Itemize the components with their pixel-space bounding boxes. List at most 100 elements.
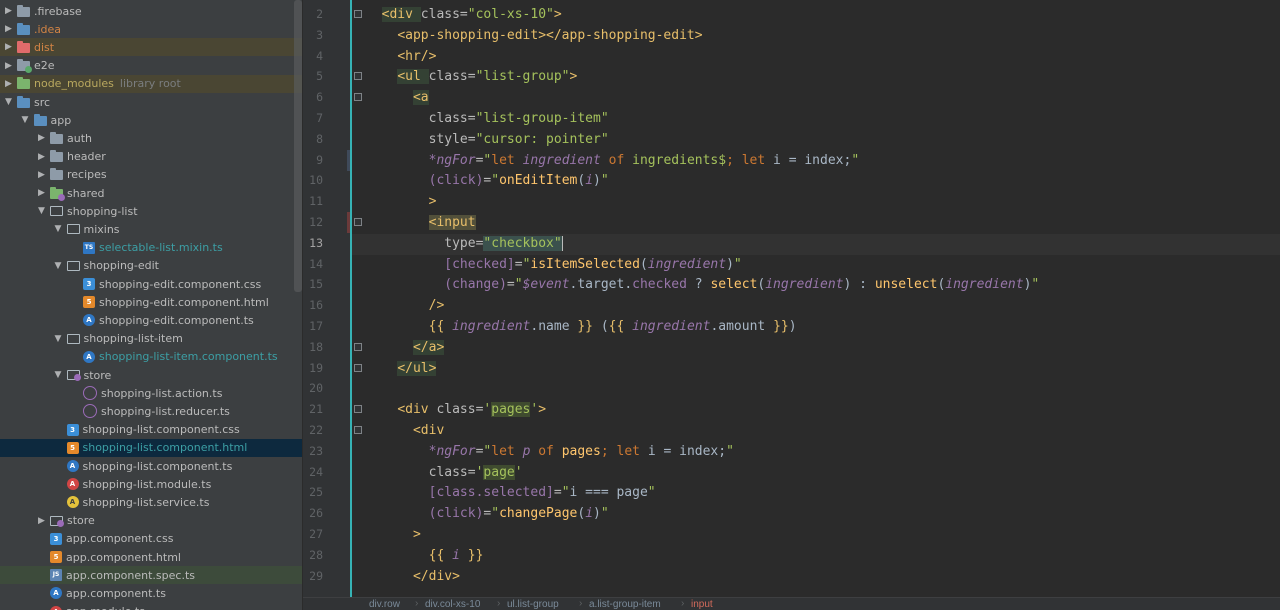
line-number: 24: [309, 464, 323, 479]
tree-item[interactable]: Aapp.component.ts: [0, 584, 303, 602]
project-tree-scrollbar[interactable]: [294, 0, 302, 292]
expanded-arrow-icon[interactable]: ▼: [54, 330, 63, 348]
code-line: </a>: [366, 337, 445, 358]
tree-item[interactable]: ▶ store: [0, 512, 303, 530]
folder-open-icon: [66, 224, 80, 235]
code-token: .target.: [569, 277, 633, 293]
tree-item[interactable]: ▶ dist: [0, 38, 303, 57]
tree-item[interactable]: Ashopping-edit.component.ts: [0, 311, 303, 329]
collapsed-arrow-icon[interactable]: ▶: [4, 57, 13, 75]
fold-end-icon[interactable]: [354, 363, 362, 372]
collapsed-arrow-icon[interactable]: ▶: [4, 75, 13, 93]
tree-item[interactable]: ▼ shopping-list-item: [0, 330, 303, 348]
code-token: ; let: [726, 152, 774, 168]
tree-item[interactable]: shopping-list.reducer.ts: [0, 402, 303, 420]
collapsed-arrow-icon[interactable]: ▶: [4, 2, 13, 20]
tree-item[interactable]: ▶ .idea: [0, 20, 303, 38]
line-number: 11: [309, 194, 323, 209]
line-number: 7: [316, 111, 323, 125]
tree-item[interactable]: ▼ mixins: [0, 220, 303, 238]
tree-item[interactable]: 5 shopping-list.component.html: [0, 438, 303, 457]
ngrx-action-icon: [83, 386, 97, 401]
expanded-arrow-icon[interactable]: ▼: [54, 366, 63, 384]
angular-service-icon: A: [66, 496, 79, 509]
tree-item[interactable]: shopping-list.action.ts: [0, 384, 303, 402]
fold-end-icon[interactable]: [354, 342, 362, 351]
collapsed-arrow-icon[interactable]: ▶: [37, 166, 46, 184]
code-line: [checked]="isItemSelected(ingredient)": [366, 254, 741, 275]
fold-start-icon[interactable]: [354, 10, 362, 18]
tree-item[interactable]: 5 app.component.html: [0, 548, 303, 566]
fold-start-icon[interactable]: [354, 405, 362, 414]
collapsed-arrow-icon[interactable]: ▶: [4, 20, 13, 38]
fold-start-icon[interactable]: [354, 93, 362, 102]
tree-item[interactable]: ▼ src: [0, 93, 303, 111]
tree-item-label: app.module.ts: [66, 605, 145, 610]
code-token: ": [491, 506, 500, 522]
tree-item[interactable]: ▶ recipes: [0, 166, 303, 184]
expanded-arrow-icon[interactable]: ▼: [54, 220, 63, 238]
tree-item[interactable]: ▶ .firebase: [0, 2, 303, 20]
fold-start-icon[interactable]: [354, 218, 362, 226]
tree-item-label: shopping-list.component.html: [82, 441, 248, 455]
collapsed-arrow-icon[interactable]: ▶: [37, 184, 46, 202]
tree-item[interactable]: Ashopping-list.component.ts: [0, 457, 303, 475]
code-token: *ngFor: [428, 443, 476, 459]
expanded-arrow-icon[interactable]: ▼: [54, 257, 63, 275]
tree-item[interactable]: 3 shopping-list.component.css: [0, 421, 303, 439]
collapsed-arrow-icon[interactable]: ▶: [37, 512, 46, 530]
fold-start-icon[interactable]: [354, 72, 362, 81]
tree-item[interactable]: Ashopping-list-item.component.ts: [0, 348, 303, 366]
breadcrumb-item[interactable]: div.col-xs-10: [425, 599, 480, 610]
tree-item[interactable]: ▼ app: [0, 111, 303, 129]
line-number: 22: [309, 423, 323, 437]
tree-item[interactable]: ▼ shopping-edit: [0, 257, 303, 275]
tree-item[interactable]: ▶ auth: [0, 129, 303, 147]
code-token: "col-xs-10": [467, 7, 554, 22]
expanded-arrow-icon[interactable]: ▼: [37, 202, 46, 220]
tree-item[interactable]: ▶ shared: [0, 184, 303, 202]
expanded-arrow-icon[interactable]: ▼: [4, 93, 13, 111]
tree-item[interactable]: JS app.component.spec.ts: [0, 566, 303, 585]
expanded-arrow-icon[interactable]: ▼: [21, 111, 30, 129]
tree-item-label: app.component.html: [66, 550, 181, 564]
code-token: ": [491, 173, 500, 189]
tree-item[interactable]: Ashopping-list.service.ts: [0, 493, 303, 511]
line-number: 27: [309, 527, 323, 541]
tree-item[interactable]: TS selectable-list.mixin.ts: [0, 239, 303, 257]
tree-item[interactable]: ▶ node_modules library root: [0, 74, 303, 93]
breadcrumb-item[interactable]: a.list-group-item: [589, 599, 661, 610]
line-number: 28: [309, 547, 323, 562]
tree-item[interactable]: 3 shopping-edit.component.css: [0, 275, 303, 293]
breadcrumb-item[interactable]: div.row: [369, 599, 400, 610]
tree-item[interactable]: ▼ store: [0, 366, 303, 384]
tree-item-label: shopping-list.component.css: [82, 423, 240, 437]
tree-item[interactable]: Aapp.module.ts: [0, 603, 303, 610]
code-token: style=: [428, 131, 476, 147]
line-number: 19: [309, 360, 323, 375]
line-number: 4: [316, 48, 323, 63]
tree-item[interactable]: ▶ header: [0, 148, 303, 166]
tree-item-label: store: [67, 514, 95, 528]
fold-start-icon[interactable]: [354, 426, 362, 434]
collapsed-arrow-icon[interactable]: ▶: [37, 148, 46, 166]
angular-component-icon: A: [83, 314, 95, 327]
tree-item-label: src: [34, 95, 51, 109]
breadcrumb-item[interactable]: input: [691, 599, 713, 610]
tree-item[interactable]: 5 shopping-edit.component.html: [0, 293, 303, 311]
breadcrumb-item[interactable]: ul.list-group: [507, 599, 559, 610]
tree-item-label: app: [50, 113, 72, 127]
tree-item[interactable]: Ashopping-list.module.ts: [0, 475, 303, 493]
tree-item[interactable]: ▶ e2e: [0, 57, 303, 75]
tree-item[interactable]: ▼ shopping-list: [0, 202, 303, 220]
tree-item[interactable]: 3 app.component.css: [0, 530, 303, 548]
collapsed-arrow-icon[interactable]: ▶: [4, 38, 13, 56]
collapsed-arrow-icon[interactable]: ▶: [37, 129, 46, 147]
code-line: [class.selected]="i === page": [366, 482, 656, 503]
